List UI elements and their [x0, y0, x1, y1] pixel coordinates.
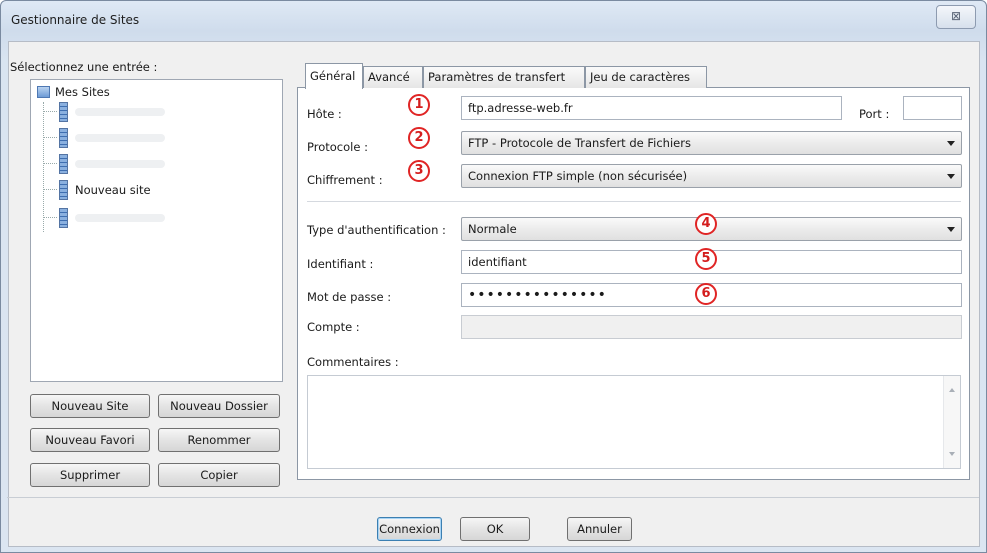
tree-root-my-sites[interactable]: Mes Sites	[37, 85, 110, 99]
encryption-selected-value: Connexion FTP simple (non sécurisée)	[468, 169, 688, 183]
server-icon	[59, 128, 68, 148]
ok-button[interactable]: OK	[460, 517, 530, 541]
tree-root-label: Mes Sites	[55, 85, 110, 99]
annotation-marker-1: 1	[408, 94, 430, 116]
account-input	[461, 315, 962, 339]
new-folder-button[interactable]: Nouveau Dossier	[158, 394, 280, 418]
footer-divider	[7, 497, 979, 498]
tree-item-label: Nouveau site	[75, 183, 151, 197]
delete-button[interactable]: Supprimer	[30, 463, 150, 487]
protocol-selected-value: FTP - Protocole de Transfert de Fichiers	[468, 136, 691, 150]
server-icon	[59, 208, 68, 228]
annotation-marker-4: 4	[695, 213, 717, 235]
account-label: Compte :	[307, 320, 360, 334]
encryption-select[interactable]: Connexion FTP simple (non sécurisée)	[461, 164, 962, 188]
tree-branch-line	[43, 217, 57, 218]
annotation-marker-6: 6	[695, 283, 717, 305]
blurred-site-name	[75, 160, 165, 168]
server-icon	[59, 154, 68, 174]
protocol-select[interactable]: FTP - Protocole de Transfert de Fichiers	[461, 131, 962, 155]
cancel-button[interactable]: Annuler	[567, 517, 632, 541]
rename-button[interactable]: Renommer	[158, 428, 280, 452]
scroll-down-icon[interactable]	[949, 452, 955, 456]
dropdown-arrow-icon	[947, 141, 955, 146]
auth-type-selected-value: Normale	[468, 222, 517, 236]
comments-label: Commentaires :	[307, 355, 399, 369]
tree-branch-line	[43, 163, 57, 164]
new-site-button[interactable]: Nouveau Site	[30, 394, 150, 418]
section-divider	[307, 201, 961, 202]
tree-branch-line	[43, 111, 57, 112]
annotation-marker-2: 2	[408, 127, 430, 149]
server-icon	[59, 180, 68, 200]
tree-branch-line	[43, 137, 57, 138]
auth-type-label: Type d'authentification :	[307, 223, 446, 237]
host-input[interactable]: ftp.adresse-web.fr	[461, 96, 842, 120]
annotation-marker-3: 3	[408, 160, 430, 182]
dropdown-arrow-icon	[947, 174, 955, 179]
site-tree[interactable]: Mes Sites Nouveau site	[30, 79, 283, 382]
tab-charset[interactable]: Jeu de caractères	[585, 66, 707, 88]
port-input[interactable]	[903, 96, 962, 120]
folder-icon	[37, 86, 50, 98]
dropdown-arrow-icon	[947, 227, 955, 232]
tree-connector	[43, 102, 44, 232]
blurred-site-name	[75, 134, 165, 142]
connect-button[interactable]: Connexion	[377, 517, 442, 541]
password-label: Mot de passe :	[307, 290, 392, 304]
username-label: Identifiant :	[307, 257, 374, 271]
port-label: Port :	[859, 107, 890, 121]
scroll-up-icon[interactable]	[949, 388, 955, 392]
tab-transfer-settings[interactable]: Paramètres de transfert	[423, 66, 585, 88]
close-button[interactable]: ⊠	[936, 5, 976, 29]
tab-advanced[interactable]: Avancé	[363, 66, 423, 88]
tab-general[interactable]: Général	[305, 63, 363, 89]
annotation-marker-5: 5	[695, 248, 717, 270]
title-bar[interactable]: Gestionnaire de Sites ⊠	[1, 1, 986, 41]
protocol-label: Protocole :	[307, 140, 368, 154]
comments-textarea[interactable]	[307, 375, 961, 469]
window-title: Gestionnaire de Sites	[11, 13, 140, 27]
comments-scrollbar[interactable]	[943, 376, 960, 468]
blurred-site-name	[75, 214, 165, 222]
tree-branch-line	[43, 189, 57, 190]
host-label: Hôte :	[307, 107, 342, 121]
encryption-label: Chiffrement :	[307, 173, 383, 187]
copy-button[interactable]: Copier	[158, 463, 280, 487]
blurred-site-name	[75, 108, 165, 116]
select-entry-label: Sélectionnez une entrée :	[10, 60, 158, 74]
server-icon	[59, 102, 68, 122]
new-bookmark-button[interactable]: Nouveau Favori	[30, 428, 150, 452]
